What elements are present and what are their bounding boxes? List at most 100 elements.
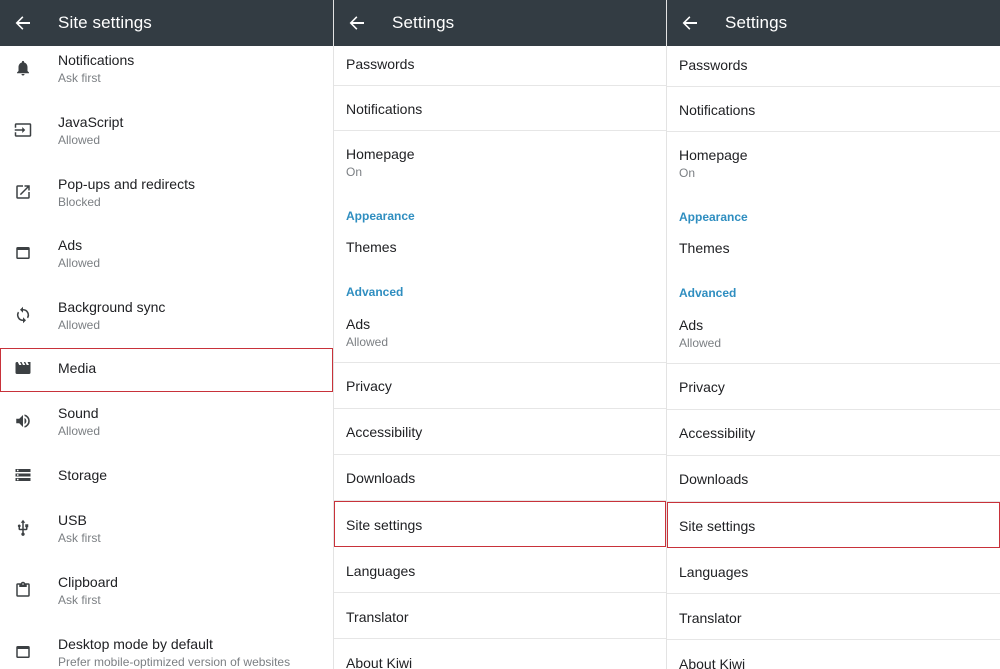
setting-status: Allowed — [58, 318, 101, 332]
setting-status: On — [346, 165, 363, 179]
settings-item-site-settings[interactable]: Site settings — [667, 502, 1000, 548]
setting-title: Downloads — [679, 471, 749, 487]
back-arrow-icon[interactable] — [0, 0, 46, 46]
settings-item-downloads[interactable]: Downloads — [667, 456, 1000, 502]
settings-item-about[interactable]: About Kiwi — [667, 640, 1000, 669]
back-arrow-icon[interactable] — [334, 0, 380, 46]
javascript-icon — [13, 120, 33, 140]
bell-icon — [13, 58, 33, 78]
setting-title: Pop-ups and redirects — [58, 176, 195, 192]
setting-title: Sound — [58, 405, 99, 421]
settings-item-downloads[interactable]: Downloads — [334, 455, 666, 501]
setting-title: JavaScript — [58, 114, 124, 130]
clipboard-icon — [13, 580, 33, 600]
setting-title: Themes — [346, 239, 397, 255]
setting-title: Themes — [679, 240, 730, 256]
site-setting-usb[interactable]: USB Ask first — [0, 509, 333, 548]
settings-item-ads[interactable]: Ads Allowed — [334, 304, 666, 363]
speaker-icon — [13, 411, 33, 431]
section-header-appearance: Appearance — [679, 210, 748, 224]
page-title: Settings — [725, 13, 788, 32]
setting-title: Translator — [679, 610, 742, 626]
setting-title: About Kiwi — [346, 655, 413, 669]
setting-title: Notifications — [679, 102, 756, 118]
settings-app-bar: Settings — [667, 0, 1000, 46]
site-setting-popups[interactable]: Pop-ups and redirects Blocked — [0, 173, 333, 212]
setting-status: Blocked — [58, 195, 101, 209]
setting-title: Media — [58, 360, 97, 376]
setting-title: Homepage — [346, 146, 415, 162]
section-header-appearance: Appearance — [346, 209, 415, 223]
setting-title: About Kiwi — [679, 656, 746, 669]
settings-item-passwords[interactable]: Passwords — [667, 46, 1000, 87]
site-setting-media[interactable]: Media — [0, 349, 333, 388]
setting-title: Privacy — [679, 379, 725, 395]
settings-item-homepage[interactable]: Homepage On — [334, 131, 666, 193]
settings-item-languages[interactable]: Languages — [334, 547, 666, 593]
screenshot-stage: Site settings Notifications Ask first Ja… — [0, 0, 1000, 669]
settings-item-passwords[interactable]: Passwords — [334, 46, 666, 86]
setting-title: Homepage — [679, 147, 748, 163]
setting-title: Languages — [679, 564, 749, 580]
setting-status: Ask first — [58, 593, 101, 607]
settings-item-ads[interactable]: Ads Allowed — [667, 305, 1000, 364]
setting-status: Allowed — [58, 256, 101, 270]
setting-status: Allowed — [679, 336, 722, 350]
setting-title: Translator — [346, 609, 409, 625]
settings-item-translator[interactable]: Translator — [667, 594, 1000, 640]
settings-item-accessibility[interactable]: Accessibility — [667, 410, 1000, 456]
settings-app-bar: Settings — [334, 0, 666, 46]
setting-title: Background sync — [58, 299, 166, 315]
settings-item-privacy[interactable]: Privacy — [334, 363, 666, 409]
desktop-icon — [13, 642, 33, 662]
site-setting-javascript[interactable]: JavaScript Allowed — [0, 111, 333, 150]
settings-item-site-settings[interactable]: Site settings — [334, 501, 666, 547]
setting-title: USB — [58, 512, 87, 528]
setting-status: Allowed — [58, 424, 101, 438]
setting-status: Allowed — [58, 133, 101, 147]
setting-title: Ads — [346, 316, 371, 332]
settings-item-accessibility[interactable]: Accessibility — [334, 409, 666, 455]
settings-item-homepage[interactable]: Homepage On — [667, 132, 1000, 194]
site-setting-notifications[interactable]: Notifications Ask first — [0, 49, 333, 88]
setting-status: Allowed — [346, 335, 389, 349]
site-setting-clipboard[interactable]: Clipboard Ask first — [0, 571, 333, 610]
section-header-advanced: Advanced — [679, 286, 737, 300]
setting-title: Languages — [346, 563, 416, 579]
sync-icon — [13, 305, 33, 325]
settings-item-privacy[interactable]: Privacy — [667, 364, 1000, 410]
settings-item-about[interactable]: About Kiwi — [334, 639, 666, 669]
site-setting-background-sync[interactable]: Background sync Allowed — [0, 296, 333, 335]
usb-icon — [13, 518, 33, 538]
setting-title: Notifications — [346, 101, 423, 117]
settings-item-notifications[interactable]: Notifications — [334, 86, 666, 131]
settings-item-languages[interactable]: Languages — [667, 548, 1000, 594]
settings-panel-1: Settings Passwords Notifications Homepag… — [334, 0, 666, 669]
back-arrow-icon[interactable] — [667, 0, 713, 46]
site-setting-ads[interactable]: Ads Allowed — [0, 234, 333, 273]
page-title: Site settings — [58, 13, 152, 32]
site-setting-desktop-mode[interactable]: Desktop mode by default Prefer mobile-op… — [0, 633, 333, 669]
setting-title: Passwords — [346, 56, 415, 72]
settings-item-themes[interactable]: Themes — [334, 229, 666, 283]
setting-title: Privacy — [346, 378, 392, 394]
page-title: Settings — [392, 13, 455, 32]
setting-title: Desktop mode by default — [58, 636, 213, 652]
ads-icon — [13, 243, 33, 263]
setting-title: Accessibility — [346, 424, 423, 440]
settings-item-notifications[interactable]: Notifications — [667, 87, 1000, 132]
settings-panel-2: Settings Passwords Notifications Homepag… — [667, 0, 1000, 669]
settings-item-translator[interactable]: Translator — [334, 593, 666, 639]
setting-title: Accessibility — [679, 425, 756, 441]
site-setting-sound[interactable]: Sound Allowed — [0, 402, 333, 441]
settings-item-themes[interactable]: Themes — [667, 230, 1000, 284]
setting-status: Ask first — [58, 71, 101, 85]
site-settings-panel: Site settings Notifications Ask first Ja… — [0, 0, 333, 669]
setting-title: Site settings — [679, 518, 756, 534]
setting-title: Clipboard — [58, 574, 118, 590]
setting-status: Prefer mobile-optimized version of websi… — [58, 655, 291, 669]
site-setting-storage[interactable]: Storage — [0, 456, 333, 495]
popup-icon — [13, 182, 33, 202]
setting-title: Ads — [58, 237, 83, 253]
setting-title: Ads — [679, 317, 704, 333]
